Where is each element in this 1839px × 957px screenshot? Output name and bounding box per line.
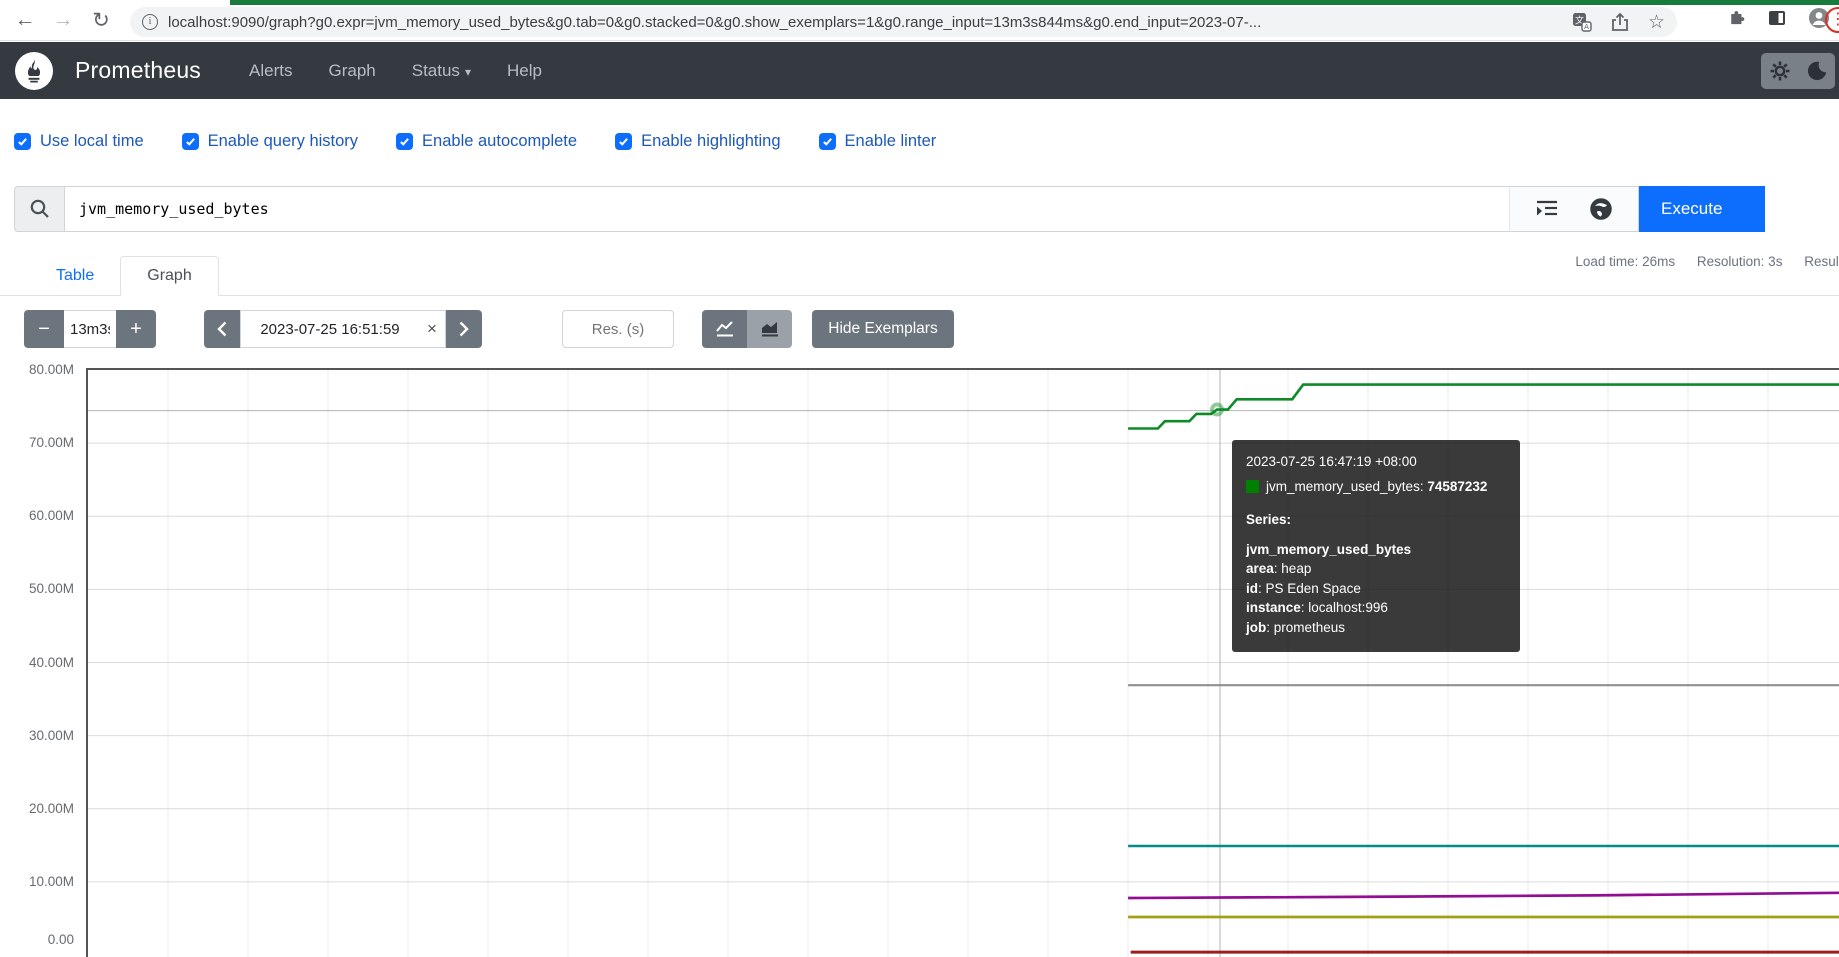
svg-text:A: A — [1584, 22, 1589, 31]
hide-exemplars-button[interactable]: Hide Exemplars — [812, 310, 954, 348]
load-time-stat: Load time: 26ms — [1575, 254, 1676, 269]
expression-input-buttons — [1509, 186, 1639, 232]
resolution-input[interactable] — [562, 310, 674, 348]
y-axis-tick-label: 40.00M — [28, 654, 74, 670]
prometheus-navbar: Prometheus Alerts Graph Status ▾ Help — [0, 42, 1839, 99]
settings-theme-group — [1761, 53, 1835, 89]
checkbox-checked-icon — [615, 133, 633, 150]
tooltip-series-name: jvm_memory_used_bytes — [1246, 541, 1412, 557]
y-axis-tick-label: 10.00M — [28, 873, 74, 889]
checkbox-checked-icon — [818, 133, 836, 150]
plot-area[interactable] — [86, 368, 1839, 957]
y-axis-labels: 80.00M 70.00M 60.00M 50.00M 40.00M 30.00M 20.0… — [0, 352, 80, 957]
resolution-stat: Resolution: 3s — [1696, 254, 1783, 269]
tooltip-timestamp: 2023-07-25 16:47:19 +08:00 — [1246, 454, 1417, 469]
y-axis-tick-label: 0.00 — [47, 932, 74, 947]
tooltip-label-id: id: PS Eden Space — [1246, 580, 1361, 596]
graph-controls: − + × Hide Exemplars — [24, 310, 954, 348]
nav-item-status-label: Status — [411, 60, 460, 80]
nav-item-help[interactable]: Help — [507, 61, 542, 81]
checkbox-checked-icon — [181, 133, 199, 150]
extensions-puzzle-icon[interactable] — [1727, 8, 1747, 28]
time-forward-button[interactable] — [446, 310, 482, 348]
series-color-swatch — [1246, 479, 1259, 493]
dark-theme-moon-icon[interactable] — [1806, 60, 1828, 82]
translate-icon[interactable]: 文 A — [1572, 12, 1592, 32]
time-back-button[interactable] — [204, 310, 240, 348]
tooltip-metric-value: jvm_memory_used_bytes: 74587232 — [1266, 477, 1487, 497]
checkbox-enable-query-history[interactable]: Enable query history — [181, 132, 359, 151]
tooltip-series-heading: Series: — [1246, 512, 1292, 528]
window-top-strip — [230, 0, 1839, 5]
tab-graph[interactable]: Graph — [120, 256, 219, 296]
tooltip-metric-name: jvm_memory_used_bytes: — [1266, 478, 1424, 494]
checkbox-enable-autocomplete[interactable]: Enable autocomplete — [396, 132, 577, 151]
browser-forward-button[interactable]: → — [48, 8, 78, 32]
url-text[interactable]: localhost:9090/graph?g0.expr=jvm_memory_… — [168, 14, 1560, 31]
y-axis-tick-label: 60.00M — [28, 508, 74, 524]
y-axis-tick-label: 20.00M — [28, 800, 74, 816]
tooltip-label-job: job: prometheus — [1246, 619, 1346, 635]
range-decrease-button[interactable]: − — [24, 310, 64, 348]
checkbox-label: Enable autocomplete — [422, 132, 578, 150]
time-picker-group: × — [204, 310, 482, 348]
page-info-icon[interactable]: i — [142, 14, 158, 30]
checkbox-label: Enable linter — [844, 132, 937, 150]
bookmark-star-icon[interactable]: ☆ — [1648, 11, 1665, 34]
expression-input-group: jvm_memory_used_bytes Execute — [14, 186, 1839, 232]
checkbox-checked-icon — [14, 133, 31, 150]
format-expression-icon[interactable] — [1535, 198, 1559, 220]
range-increase-button[interactable]: + — [116, 310, 156, 348]
y-axis-tick-label: 80.00M — [28, 362, 74, 377]
clear-time-icon[interactable]: × — [419, 319, 445, 339]
query-stats: Load time: 26ms Resolution: 3s Result se… — [1557, 254, 1839, 269]
chart-svg — [88, 370, 1839, 957]
checkbox-enable-highlighting[interactable]: Enable highlighting — [615, 132, 781, 151]
sidebar-panel-icon[interactable] — [1767, 8, 1787, 28]
tooltip-label-instance: instance: localhost:996 — [1246, 600, 1388, 616]
range-input[interactable] — [64, 310, 116, 348]
nav-item-alerts[interactable]: Alerts — [249, 61, 292, 81]
metrics-explorer-globe-icon[interactable] — [1589, 197, 1613, 221]
share-icon[interactable] — [1610, 12, 1630, 32]
y-axis-tick-label: 30.00M — [28, 727, 74, 743]
graph-chart: 80.00M 70.00M 60.00M 50.00M 40.00M 30.00M 20.0… — [0, 352, 1839, 957]
checkbox-label: Use local time — [40, 132, 144, 150]
result-series-stat: Result ser — [1804, 254, 1839, 269]
nav-item-status[interactable]: Status ▾ — [412, 61, 471, 81]
query-options-row: Use local time Enable query history Enab… — [14, 132, 936, 151]
range-stepper: − + — [24, 310, 156, 348]
checkbox-enable-linter[interactable]: Enable linter — [818, 132, 937, 151]
browser-toolbar: ← → ↻ i localhost:9090/graph?g0.expr=jvm… — [0, 0, 1839, 41]
line-graph-mode-button[interactable] — [702, 310, 747, 348]
expression-input[interactable]: jvm_memory_used_bytes — [64, 186, 1509, 232]
end-time-input[interactable] — [241, 320, 419, 338]
stacked-graph-mode-button[interactable] — [747, 310, 792, 348]
checkbox-use-local-time[interactable]: Use local time — [14, 132, 144, 151]
gear-icon[interactable] — [1769, 60, 1791, 82]
brand-title[interactable]: Prometheus — [75, 57, 201, 84]
nav-item-graph[interactable]: Graph — [328, 61, 375, 81]
checkbox-label: Enable highlighting — [641, 132, 781, 150]
search-icon — [14, 186, 64, 232]
tab-table[interactable]: Table — [30, 257, 120, 295]
hover-tooltip: 2023-07-25 16:47:19 +08:00 jvm_memory_us… — [1232, 440, 1520, 652]
checkbox-checked-icon — [396, 133, 414, 150]
graph-display-mode-toggle — [702, 310, 792, 348]
chevron-down-icon: ▾ — [464, 64, 471, 79]
address-bar[interactable]: i localhost:9090/graph?g0.expr=jvm_memor… — [130, 7, 1677, 37]
y-axis-tick-label: 50.00M — [28, 581, 74, 597]
tooltip-label-area: area: heap — [1246, 561, 1312, 577]
execute-button[interactable]: Execute — [1639, 186, 1765, 232]
checkbox-label: Enable query history — [207, 132, 359, 150]
tooltip-value: 74587232 — [1427, 478, 1488, 494]
y-axis-tick-label: 70.00M — [28, 435, 74, 451]
prometheus-logo[interactable] — [15, 51, 53, 90]
browser-back-button[interactable]: ← — [10, 8, 40, 32]
browser-refresh-button[interactable]: ↻ — [86, 8, 116, 33]
